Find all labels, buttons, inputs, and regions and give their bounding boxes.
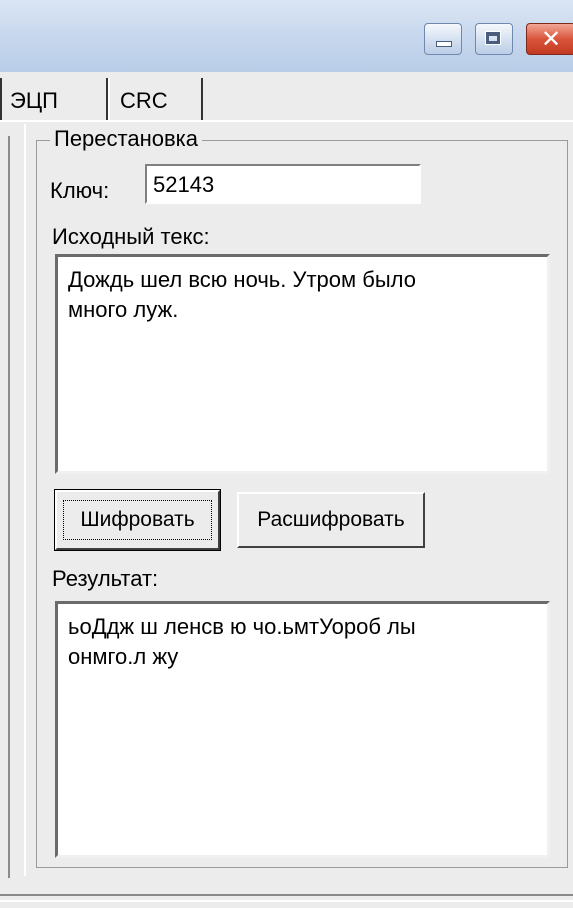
key-input[interactable]: 52143 bbox=[145, 164, 421, 204]
key-label: Ключ: bbox=[50, 178, 110, 203]
source-text-label: Исходный текс: bbox=[52, 224, 210, 249]
decrypt-button[interactable]: Расшифровать bbox=[237, 492, 425, 548]
focus-rect bbox=[63, 500, 212, 540]
groupbox-title: Перестановка bbox=[50, 126, 202, 152]
tab-strip: ЭЦП CRC bbox=[0, 74, 573, 122]
app-window: ✕ ЭЦП CRC Перестановка Ключ: 52143 Исход… bbox=[0, 0, 573, 908]
encrypt-button[interactable]: Шифровать bbox=[54, 489, 221, 551]
tab-ecp[interactable]: ЭЦП bbox=[0, 78, 108, 120]
bottom-edge bbox=[0, 894, 573, 902]
tab-baseline bbox=[0, 120, 573, 122]
result-label: Результат: bbox=[52, 566, 159, 591]
result-textarea[interactable]: ьоДдж ш ленсв ю чо.ьмтУороб лы онмго.л ж… bbox=[55, 601, 550, 858]
close-icon: ✕ bbox=[540, 25, 562, 53]
left-panel-edge bbox=[0, 136, 10, 878]
source-textarea[interactable]: Дождь шел всю ночь. Утром было много луж… bbox=[55, 254, 550, 474]
minimize-icon[interactable] bbox=[424, 23, 462, 55]
title-bar[interactable]: ✕ bbox=[0, 0, 573, 72]
close-button[interactable]: ✕ bbox=[526, 23, 573, 55]
maximize-icon[interactable] bbox=[475, 23, 513, 55]
tab-crc[interactable]: CRC bbox=[108, 78, 203, 120]
